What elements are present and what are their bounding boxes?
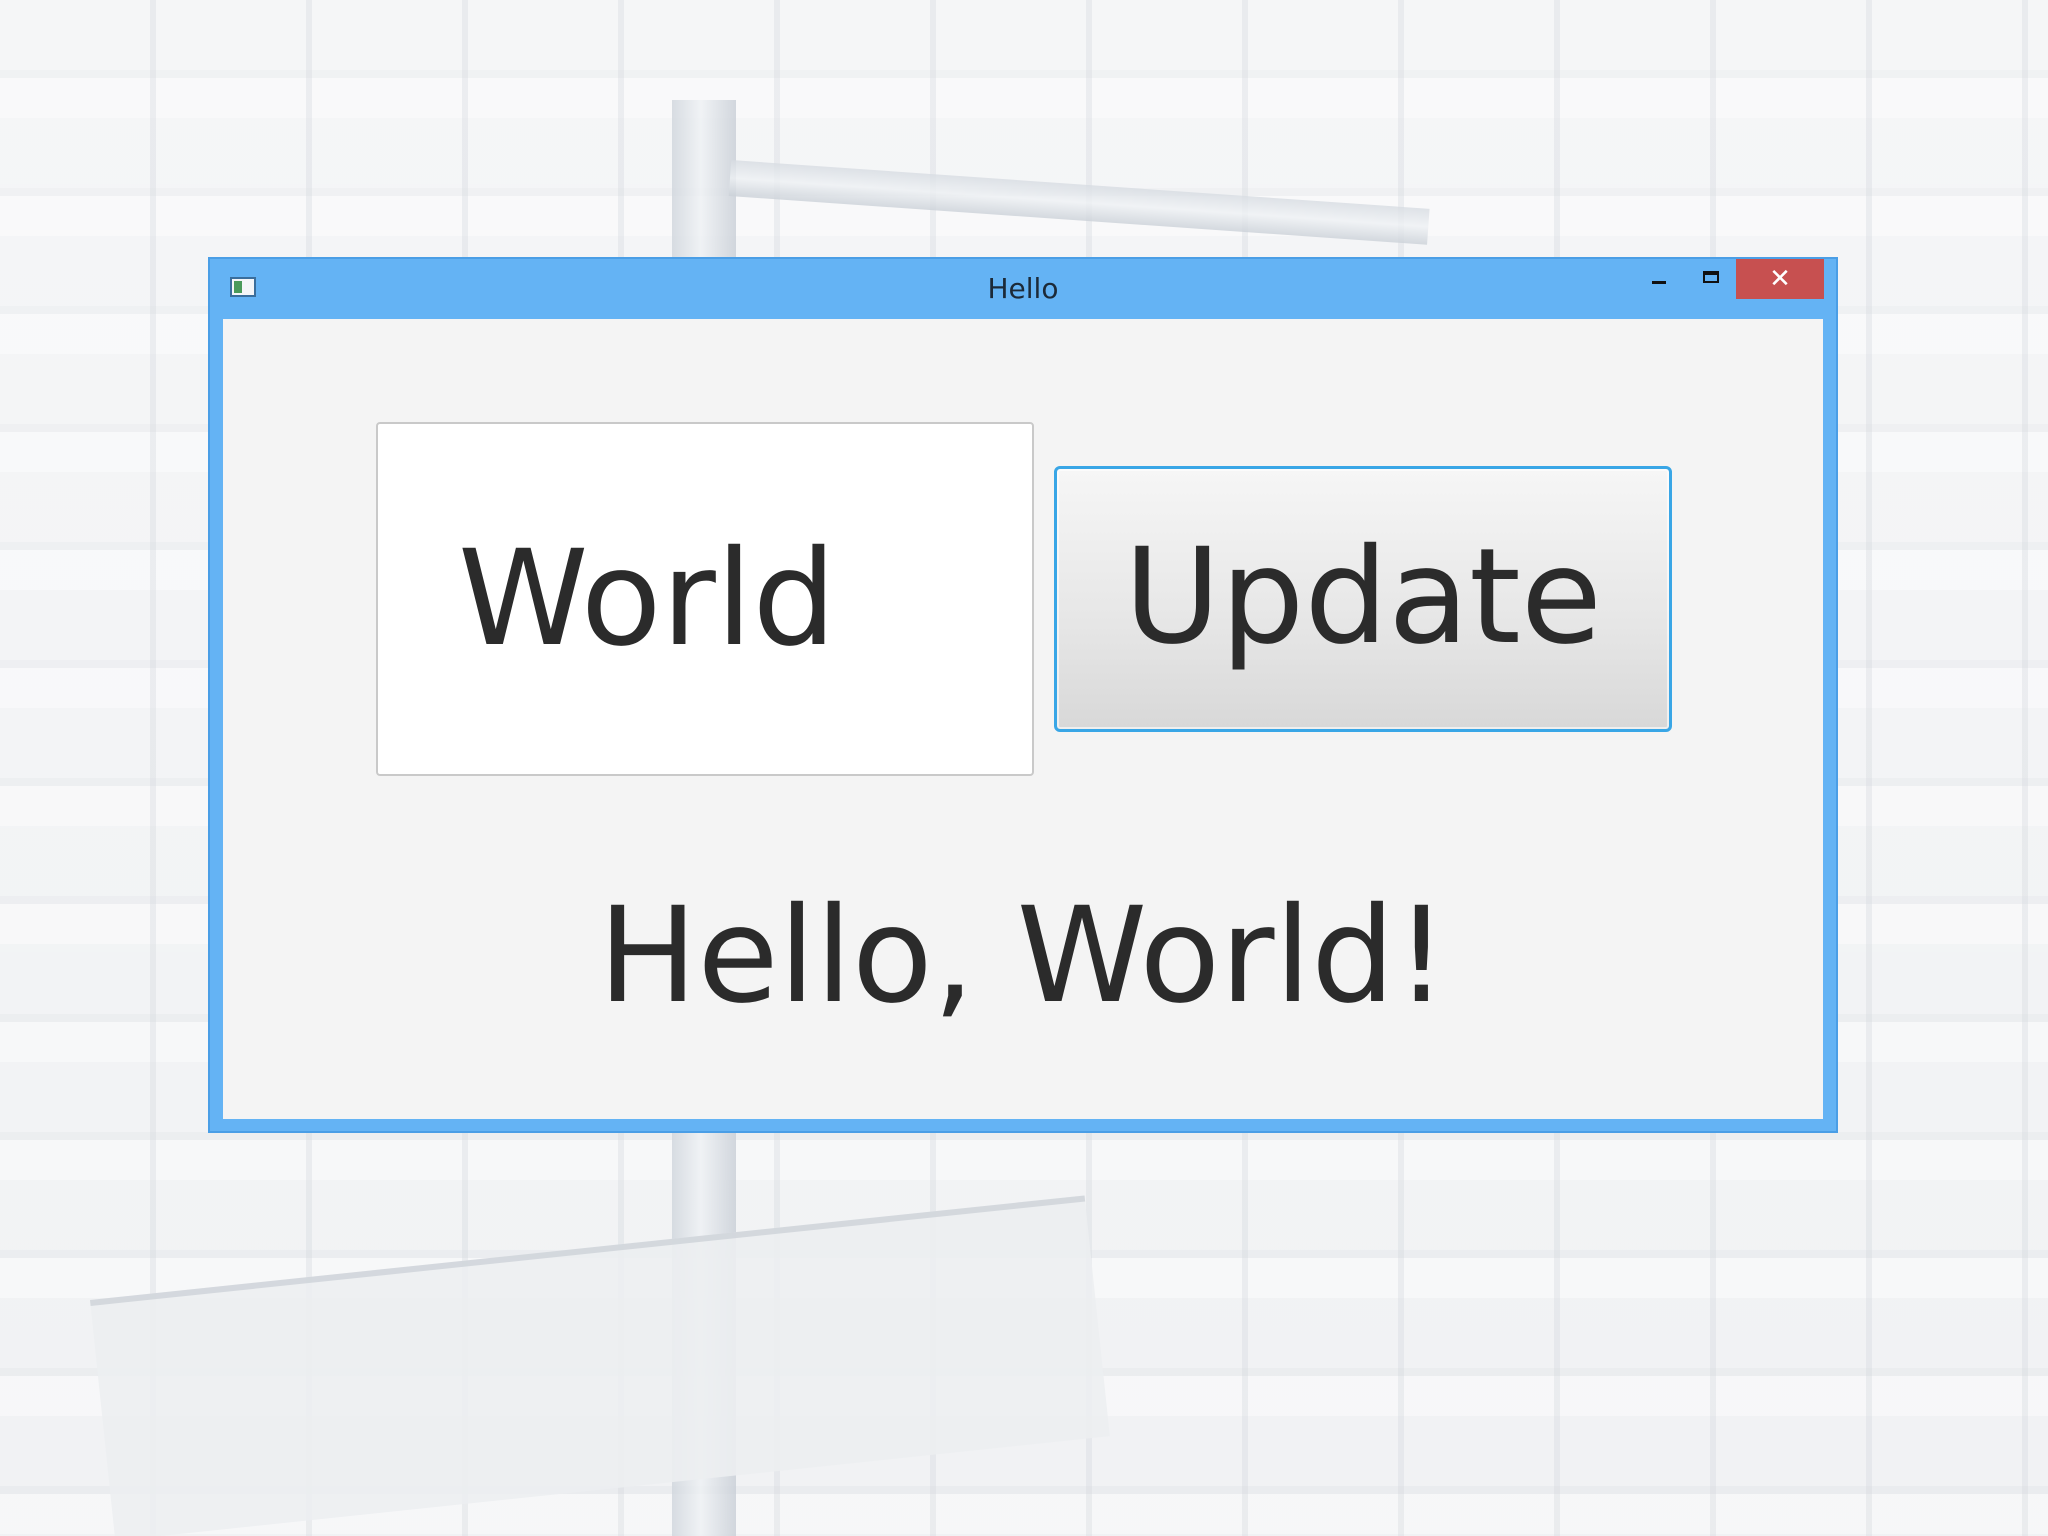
window-title: Hello xyxy=(987,272,1059,305)
close-icon: ✕ xyxy=(1769,264,1791,294)
update-button[interactable]: Update xyxy=(1054,466,1672,732)
close-button[interactable]: ✕ xyxy=(1736,259,1824,299)
window-content: Update Hello, World! xyxy=(223,319,1823,1119)
name-input[interactable] xyxy=(376,422,1034,776)
maximize-button[interactable] xyxy=(1686,259,1736,299)
hello-window: Hello ✕ Update Hello, World! xyxy=(208,257,1838,1133)
minimize-button[interactable] xyxy=(1632,259,1686,299)
window-titlebar[interactable]: Hello ✕ xyxy=(210,259,1836,319)
minimize-icon xyxy=(1652,281,1666,284)
maximize-icon xyxy=(1703,270,1719,283)
greeting-label: Hello, World! xyxy=(598,879,1448,1033)
